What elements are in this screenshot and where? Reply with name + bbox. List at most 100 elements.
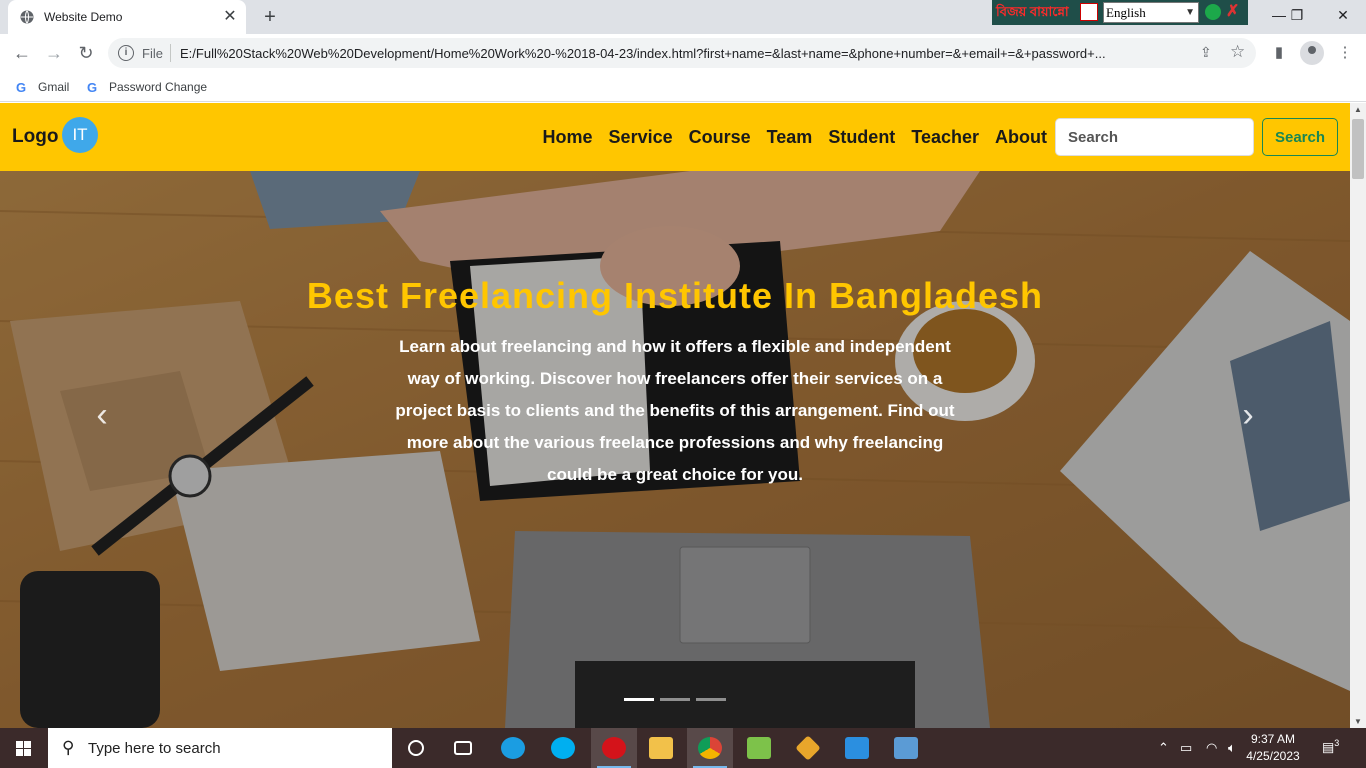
scroll-down-icon[interactable]: ▼ — [1354, 717, 1362, 726]
ime-bangla-label[interactable]: বিজয় বায়ান্নো — [996, 3, 1069, 24]
taskbar-opera[interactable] — [591, 728, 637, 768]
bookmark-label: Gmail — [38, 80, 70, 94]
ime-language-value: English — [1106, 5, 1146, 20]
carousel-indicator[interactable] — [696, 698, 726, 701]
start-button[interactable] — [0, 728, 48, 768]
notification-count: 3 — [1334, 738, 1340, 748]
share-icon[interactable]: ⇪ — [1200, 44, 1212, 61]
skype-icon — [551, 737, 575, 759]
taskbar-git[interactable] — [785, 728, 831, 768]
address-bar[interactable]: i File E:/Full%20Stack%20Web%20Developme… — [108, 38, 1256, 68]
page-scrollbar[interactable]: ▲ ▼ — [1350, 103, 1366, 728]
carousel-prev-icon[interactable]: ‹ — [84, 393, 120, 437]
edge-icon — [501, 737, 525, 759]
opera-icon — [602, 737, 626, 759]
info-icon[interactable]: i — [118, 45, 134, 61]
nav-link-about[interactable]: About — [995, 127, 1047, 148]
bookmark-password-change[interactable]: G Password Change — [87, 77, 207, 97]
tray-chevron-up-icon[interactable]: ⌃ — [1158, 740, 1169, 756]
scheme-label: File — [142, 46, 163, 61]
forward-button[interactable]: → — [40, 39, 68, 67]
taskbar-skype[interactable] — [540, 728, 586, 768]
nav-links: Home Service Course Team Student Teacher… — [543, 127, 1047, 148]
taskbar-clock[interactable]: 9:37 AM 4/25/2023 — [1238, 731, 1308, 765]
carousel-indicators — [624, 698, 726, 701]
reload-button[interactable]: ↻ — [72, 39, 100, 67]
nav-link-team[interactable]: Team — [767, 127, 813, 148]
ime-keyboard-icon[interactable] — [1080, 3, 1098, 21]
carousel-indicator[interactable] — [624, 698, 654, 701]
new-tab-button[interactable]: + — [258, 5, 282, 29]
notepad-icon — [747, 737, 771, 759]
windows-logo-icon — [16, 741, 31, 756]
globe-icon — [20, 10, 34, 24]
vscode-icon — [845, 737, 869, 759]
url-text[interactable]: E:/Full%20Stack%20Web%20Development/Home… — [180, 46, 1190, 61]
site-logo-text[interactable]: Logo — [12, 126, 58, 148]
taskbar-search-box[interactable]: ⚲ Type here to search — [48, 728, 392, 768]
hero-carousel: Best Freelancing Institute In Bangladesh… — [0, 171, 1350, 728]
battery-icon[interactable]: ▭ — [1180, 740, 1192, 756]
volume-icon[interactable]: 🔈︎ — [1228, 740, 1236, 756]
site-logo-badge[interactable]: IT — [62, 117, 98, 153]
omnibox-divider — [170, 44, 171, 62]
clock-time: 9:37 AM — [1250, 732, 1296, 746]
git-icon — [795, 735, 821, 761]
task-view-icon — [454, 741, 472, 755]
browser-tab[interactable]: Website Demo ✕ — [8, 0, 246, 34]
chevron-down-icon: ▼ — [1185, 7, 1195, 18]
profile-avatar[interactable] — [1300, 41, 1324, 65]
ime-close-icon[interactable]: ✗ — [1226, 1, 1239, 21]
taskbar-edge[interactable] — [490, 728, 536, 768]
wifi-icon[interactable]: ◠ — [1206, 740, 1217, 756]
nav-link-home[interactable]: Home — [543, 127, 593, 148]
window-close-button[interactable]: ✕ — [1320, 0, 1366, 30]
side-panel-icon[interactable]: ▮ — [1268, 42, 1290, 64]
control-panel-icon — [894, 737, 918, 759]
nav-link-service[interactable]: Service — [609, 127, 673, 148]
cortana-icon — [408, 740, 424, 756]
hero-title: Best Freelancing Institute In Bangladesh — [306, 275, 1044, 316]
ime-language-select[interactable]: English ▼ — [1103, 2, 1199, 23]
site-navbar: Logo IT Home Service Course Team Student… — [0, 103, 1350, 171]
notification-center-icon[interactable]: ▤3 — [1322, 738, 1344, 758]
carousel-next-icon[interactable]: › — [1230, 393, 1266, 437]
menu-kebab-icon[interactable]: ⋮ — [1334, 42, 1356, 64]
nav-link-teacher[interactable]: Teacher — [911, 127, 979, 148]
taskbar-search-placeholder: Type here to search — [88, 740, 221, 757]
google-icon: G — [87, 80, 98, 95]
restore-button[interactable]: ❐ — [1274, 0, 1320, 30]
download-icon[interactable] — [1205, 4, 1221, 20]
browser-toolbar: ← → ↻ i File E:/Full%20Stack%20Web%20Dev… — [0, 34, 1366, 72]
site-search-button[interactable]: Search — [1262, 118, 1338, 156]
hero-description: Learn about freelancing and how it offer… — [395, 337, 955, 484]
windows-taskbar: ⚲ Type here to search ⌃ ▭ ◠ 🔈︎ 9:37 AM 4… — [0, 728, 1366, 768]
clock-date: 4/25/2023 — [1246, 749, 1300, 763]
taskbar-chrome[interactable] — [687, 728, 733, 768]
taskbar-file-explorer[interactable] — [638, 728, 684, 768]
page-viewport: Logo IT Home Service Course Team Student… — [0, 103, 1350, 728]
taskbar-vscode[interactable] — [834, 728, 880, 768]
back-button[interactable]: ← — [8, 39, 36, 67]
carousel-indicator[interactable] — [660, 698, 690, 701]
tab-close-icon[interactable]: ✕ — [220, 7, 240, 27]
task-view-button[interactable] — [440, 728, 486, 768]
search-icon: ⚲ — [62, 738, 75, 757]
taskbar-notepad[interactable] — [736, 728, 782, 768]
tab-title: Website Demo — [44, 10, 123, 24]
notification-glyph: ▤ — [1322, 739, 1335, 755]
nav-link-student[interactable]: Student — [828, 127, 895, 148]
nav-link-course[interactable]: Course — [689, 127, 751, 148]
bookmarks-bar: G Gmail G Password Change — [0, 72, 1366, 102]
google-icon: G — [16, 80, 27, 95]
ime-toolbar: বিজয় বায়ান্নো English ▼ ✗ — [992, 0, 1248, 25]
bookmark-gmail[interactable]: G Gmail — [16, 77, 69, 97]
bookmark-star-icon[interactable]: ☆ — [1230, 42, 1245, 62]
bookmark-label: Password Change — [109, 80, 208, 94]
scroll-thumb[interactable] — [1352, 119, 1364, 179]
cortana-button[interactable] — [393, 728, 439, 768]
scroll-up-icon[interactable]: ▲ — [1354, 105, 1362, 114]
taskbar-control-panel[interactable] — [883, 728, 929, 768]
site-search-input[interactable] — [1055, 118, 1254, 156]
chrome-icon — [698, 737, 722, 759]
